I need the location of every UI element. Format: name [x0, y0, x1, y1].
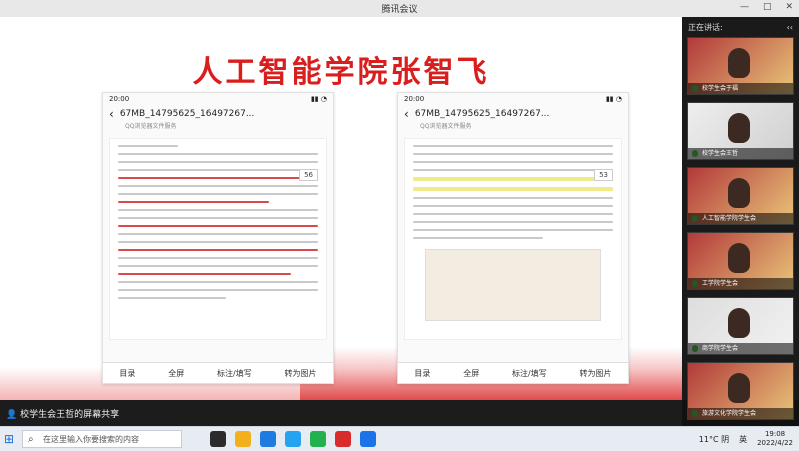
status-time: 20:00 — [404, 95, 425, 103]
document-page: 56 — [109, 138, 327, 340]
status-time: 20:00 — [109, 95, 130, 103]
fullscreen-button[interactable]: 全屏 — [168, 368, 184, 379]
clock[interactable]: 19:08 2022/4/22 — [757, 430, 793, 448]
file-subtitle: QQ浏览器文件服务 — [125, 123, 177, 130]
annotate-button[interactable]: 标注/填写 — [512, 368, 547, 379]
windows-start-icon[interactable]: ⊞ — [4, 432, 14, 446]
document-left: 20:00 ▮▮ ◔ ‹ 67MB_14795625_16497267... QQ浏… — [102, 92, 334, 384]
document-page: 53 — [404, 138, 622, 340]
pinned-apps — [210, 431, 376, 447]
window-controls: — □ ✕ — [740, 2, 793, 12]
participant-tile[interactable]: 商学院学生会 — [687, 297, 794, 355]
participant-sidebar: 正在讲话: ‹‹ 校学生会于福 校学生会王哲 人工智能学院学生会 工学院学生会 … — [682, 17, 799, 420]
back-icon[interactable]: ‹ — [109, 107, 114, 121]
collapse-icon[interactable]: ‹‹ — [787, 23, 793, 32]
weather[interactable]: 11°C 阴 — [699, 434, 729, 445]
participant-name: 校学生会于福 — [688, 83, 793, 94]
taskbar-search[interactable]: ⌕ 在这里输入你要搜索的内容 — [22, 430, 182, 448]
annotate-button[interactable]: 标注/填写 — [217, 368, 252, 379]
input-language[interactable]: 英 — [739, 434, 747, 445]
tencent-meeting-icon[interactable] — [360, 431, 376, 447]
share-status-bar: 👤 校学生会王哲的屏幕共享 — [0, 400, 682, 426]
edge-icon[interactable] — [260, 431, 276, 447]
participant-name: 人工智能学院学生会 — [688, 213, 793, 224]
task-view-icon[interactable] — [210, 431, 226, 447]
avatar — [728, 178, 750, 208]
page-number: 56 — [299, 169, 318, 181]
document-right: 20:00 ▮▮ ◔ ‹ 67MB_14795625_16497267... QQ浏… — [397, 92, 629, 384]
convert-image-button[interactable]: 转为图片 — [285, 368, 317, 379]
search-icon: ⌕ — [28, 434, 34, 445]
participant-name: 旅游文化学院学生会 — [688, 408, 793, 419]
participant-tile[interactable]: 人工智能学院学生会 — [687, 167, 794, 225]
avatar — [728, 243, 750, 273]
file-subtitle: QQ浏览器文件服务 — [420, 123, 472, 130]
fullscreen-button[interactable]: 全屏 — [463, 368, 479, 379]
file-name: 67MB_14795625_16497267... — [414, 109, 550, 119]
wechat-icon[interactable] — [310, 431, 326, 447]
window-title: 腾讯会议 — [381, 5, 418, 15]
participant-name: 校学生会王哲 — [688, 148, 793, 159]
participant-tile[interactable]: 旅游文化学院学生会 — [687, 362, 794, 420]
file-name: 67MB_14795625_16497267... — [119, 109, 255, 119]
toc-button[interactable]: 目录 — [414, 368, 430, 379]
qq-icon[interactable] — [285, 431, 301, 447]
system-tray: 11°C 阴 英 19:08 2022/4/22 — [699, 430, 793, 448]
user-icon: 👤 — [6, 410, 18, 420]
doc-toolbar: 目录 全屏 标注/填写 转为图片 — [398, 362, 628, 383]
maximize-button[interactable]: □ — [763, 2, 772, 12]
back-icon[interactable]: ‹ — [404, 107, 409, 121]
page-number: 53 — [594, 169, 613, 181]
toc-button[interactable]: 目录 — [119, 368, 135, 379]
minimize-button[interactable]: — — [740, 2, 749, 12]
participant-tile[interactable]: 工学院学生会 — [687, 232, 794, 290]
search-placeholder: 在这里输入你要搜索的内容 — [43, 435, 139, 444]
speaking-label: 正在讲话: — [688, 22, 723, 32]
taskbar: ⊞ ⌕ 在这里输入你要搜索的内容 11°C 阴 英 19:08 2022/4/22 — [0, 426, 799, 451]
speaking-indicator: 正在讲话: ‹‹ — [682, 17, 799, 37]
status-icons: ▮▮ ◔ — [605, 95, 622, 103]
close-button[interactable]: ✕ — [785, 2, 793, 12]
convert-image-button[interactable]: 转为图片 — [580, 368, 612, 379]
avatar — [728, 373, 750, 403]
wps-icon[interactable] — [335, 431, 351, 447]
shared-screen: 人工智能学院张智飞 20:00 ▮▮ ◔ ‹ 67MB_14795625_16497… — [0, 17, 682, 400]
slide-title: 人工智能学院张智飞 — [192, 55, 490, 90]
status-icons: ▮▮ ◔ — [310, 95, 327, 103]
doc-toolbar: 目录 全屏 标注/填写 转为图片 — [103, 362, 333, 383]
participant-name: 工学院学生会 — [688, 278, 793, 289]
participant-tile[interactable]: 校学生会王哲 — [687, 102, 794, 160]
handwritten-note-image — [425, 249, 601, 321]
avatar — [728, 308, 750, 338]
title-bar: 腾讯会议 — □ ✕ — [0, 0, 799, 18]
avatar — [728, 113, 750, 143]
share-label: 👤 校学生会王哲的屏幕共享 — [6, 410, 120, 420]
participant-tile[interactable]: 校学生会于福 — [687, 37, 794, 95]
participant-name: 商学院学生会 — [688, 343, 793, 354]
file-explorer-icon[interactable] — [235, 431, 251, 447]
avatar — [728, 48, 750, 78]
